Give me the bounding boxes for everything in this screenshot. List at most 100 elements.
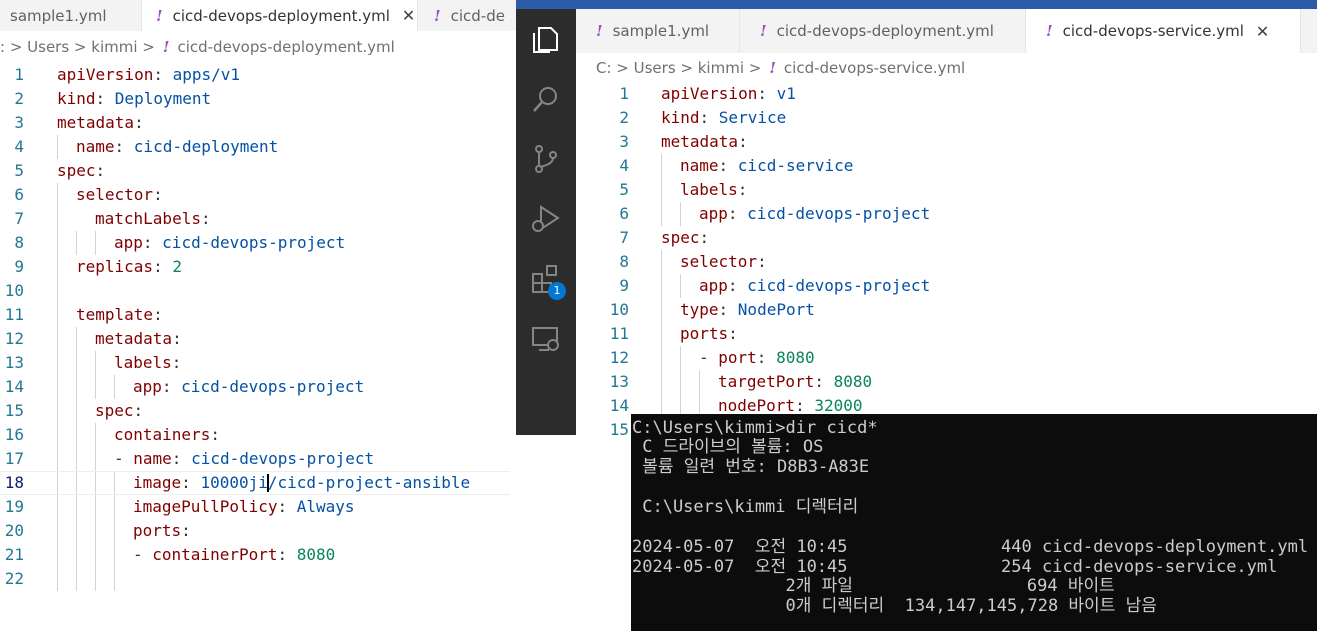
tab-label: cicd-devops-deployment.yml (776, 22, 994, 40)
yaml-key: replicas (76, 257, 154, 276)
yaml-key: template (76, 305, 154, 324)
left-tab-bar: sample1.yml ! cicd-devops-deployment.yml… (0, 0, 520, 31)
line-number: 2 (14, 89, 24, 108)
yaml-key: spec (661, 228, 700, 247)
yaml-file-icon: ! (162, 38, 170, 56)
code-line: 13 labels: (0, 351, 520, 375)
terminal-line: 볼륨 일련 번호: D8B3-A83E (632, 457, 870, 477)
code-line: 2 kind: Service (605, 106, 1205, 130)
line-number: 4 (14, 137, 24, 156)
title-bar-strip (516, 0, 1317, 9)
yaml-key: type (680, 300, 719, 319)
yaml-key: app (133, 377, 162, 396)
run-debug-icon[interactable] (529, 201, 563, 235)
yaml-key: labels (114, 353, 172, 372)
code-line: 19 imagePullPolicy: Always (0, 495, 520, 519)
source-control-icon[interactable] (529, 142, 563, 176)
tab-cicd-devops-deployment[interactable]: ! cicd-devops-deployment.yml ✕ (142, 0, 418, 31)
yaml-value: Always (296, 497, 355, 516)
code-line: 6 app: cicd-devops-project (605, 202, 1205, 226)
yaml-value: cicd-deployment (133, 137, 279, 156)
breadcrumb-file[interactable]: cicd-devops-service.yml (784, 59, 965, 77)
terminal-line: 0개 디렉터리 134,147,145,728 바이트 남음 (632, 596, 1157, 616)
tab-cicd-devops-deployment[interactable]: ! cicd-devops-deployment.yml (740, 9, 1026, 53)
yaml-key: name (76, 137, 115, 156)
yaml-file-icon: ! (434, 6, 441, 25)
terminal-line: C:\Users\kimmi 디렉터리 (632, 497, 859, 517)
close-icon[interactable]: ✕ (1256, 22, 1269, 41)
yaml-value: 8080 (296, 545, 336, 564)
yaml-value: 2 (172, 257, 182, 276)
yaml-key: metadata (95, 329, 173, 348)
yaml-value: NodePort (737, 300, 815, 319)
line-number: 6 (14, 185, 24, 204)
code-line: 15 spec: (0, 399, 520, 423)
close-icon[interactable]: ✕ (402, 6, 415, 25)
line-number: 3 (619, 132, 629, 151)
tab-label: sample1.yml (612, 22, 710, 40)
line-number: 5 (619, 180, 629, 199)
yaml-value: Service (718, 108, 787, 127)
yaml-value: cicd-service (737, 156, 854, 175)
tab-label: cicd-de (450, 6, 505, 25)
line-number: 5 (14, 161, 24, 180)
search-icon[interactable] (529, 82, 563, 116)
text-cursor (267, 474, 269, 492)
code-line: 11 ports: (605, 322, 1205, 346)
yaml-key: metadata (661, 132, 739, 151)
breadcrumb: : > Users > kimmi >! cicd-devops-deployme… (0, 38, 395, 56)
remote-explorer-icon[interactable] (529, 322, 563, 356)
yaml-value: apps/v1 (172, 65, 241, 84)
terminal-line: 2024-05-07 오전 10:45 254 cicd-devops-serv… (632, 557, 1278, 577)
tab-cicd-devops-service[interactable]: ! cicd-devops-service.yml ✕ (1026, 9, 1301, 53)
line-number: 6 (619, 204, 629, 223)
command-prompt-window[interactable]: C:\Users\kimmi>dir cicd* C 드라이브의 볼륨: OS … (631, 414, 1317, 631)
left-editor: sample1.yml ! cicd-devops-deployment.yml… (0, 0, 520, 631)
yaml-key: kind (661, 108, 700, 127)
right-tab-bar: ! sample1.yml ! cicd-devops-deployment.y… (576, 9, 1317, 53)
code-line: 3 metadata: (0, 111, 520, 135)
code-line: 17- name: cicd-devops-project (0, 447, 520, 471)
tab-sample1[interactable]: sample1.yml (0, 0, 142, 31)
line-number: 8 (14, 233, 24, 252)
terminal-line: C:\Users\kimmi>dir cicd* (632, 418, 878, 438)
line-number: 15 (609, 420, 629, 439)
breadcrumb-path[interactable]: C: > Users > kimmi > (596, 59, 761, 77)
line-number: 15 (4, 401, 24, 420)
code-line: 9 replicas: 2 (0, 255, 520, 279)
breadcrumb-path[interactable]: : > Users > kimmi > (0, 38, 155, 56)
line-number: 1 (619, 84, 629, 103)
code-line: 5 labels: (605, 178, 1205, 202)
explorer-icon[interactable] (529, 22, 563, 56)
line-number: 18 (4, 473, 24, 492)
code-line: 9 app: cicd-devops-project (605, 274, 1205, 298)
line-number: 13 (4, 353, 24, 372)
yaml-key: app (114, 233, 143, 252)
code-line: 16 containers: (0, 423, 520, 447)
yaml-key: port (718, 348, 757, 367)
code-line: 4 name: cicd-service (605, 154, 1205, 178)
breadcrumb: C: > Users > kimmi >! cicd-devops-service… (596, 59, 965, 77)
line-number: 1 (14, 65, 24, 84)
breadcrumb-file[interactable]: cicd-devops-deployment.yml (177, 38, 394, 56)
yaml-value: cicd-devops-project (181, 377, 365, 396)
line-number: 13 (609, 372, 629, 391)
yaml-value: 8080 (833, 372, 873, 391)
yaml-key: labels (680, 180, 738, 199)
code-line: 10 (0, 279, 520, 303)
tab-cicd-devops-service[interactable]: ! cicd-de (418, 0, 520, 31)
code-line: 8 selector: (605, 250, 1205, 274)
code-line: 21- containerPort: 8080 (0, 543, 520, 567)
tab-sample1[interactable]: ! sample1.yml (576, 9, 740, 53)
yaml-key: apiVersion (661, 84, 758, 103)
code-line: 2 kind: Deployment (0, 87, 520, 111)
code-line: 7 spec: (605, 226, 1205, 250)
code-line: 6 selector: (0, 183, 520, 207)
code-line: 5 spec: (0, 159, 520, 183)
yaml-value: 8080 (776, 348, 815, 367)
code-line-current: 18 image: 10000ji/cicd-project-ansible (0, 471, 510, 495)
yaml-key: containers (114, 425, 211, 444)
code-line: 8 app: cicd-devops-project (0, 231, 520, 255)
activity-bar: 1 (516, 9, 576, 435)
yaml-file-icon: ! (596, 22, 603, 40)
